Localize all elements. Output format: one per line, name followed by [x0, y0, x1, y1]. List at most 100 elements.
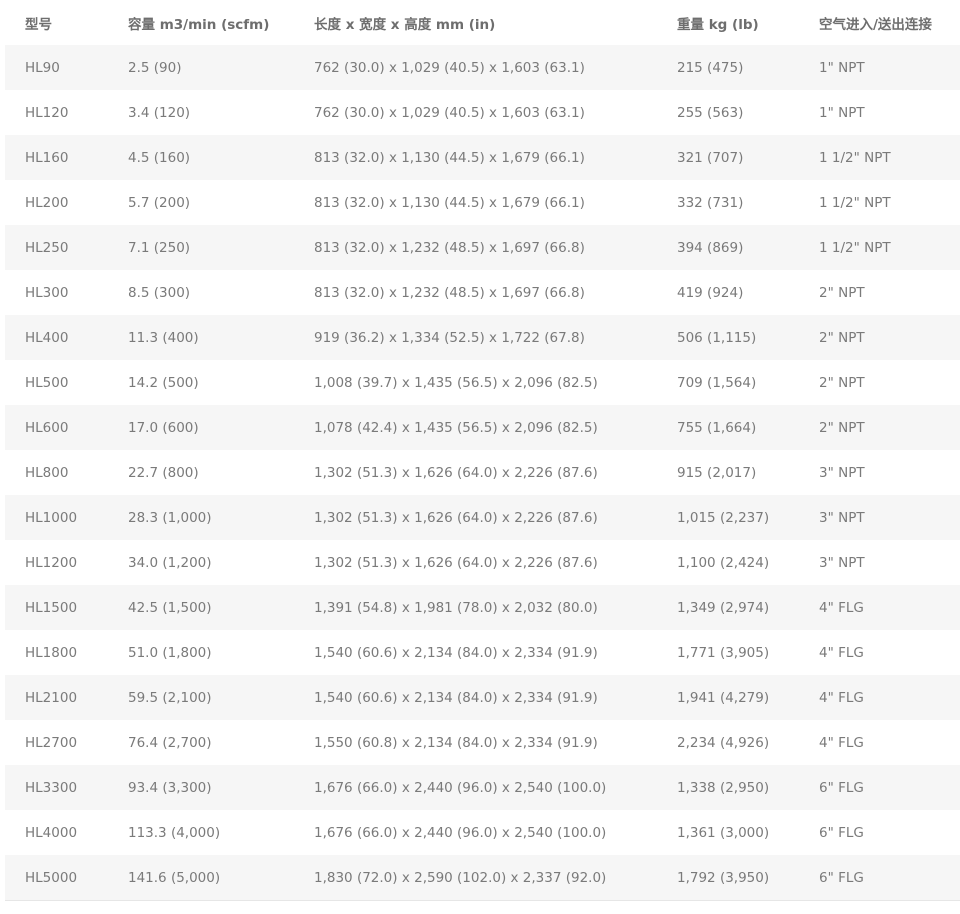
cell-model: HL3300 [5, 765, 108, 810]
cell-connection: 1" NPT [799, 45, 960, 90]
table-row: HL1000 28.3 (1,000) 1,302 (51.3) x 1,626 (… [5, 495, 960, 540]
cell-weight: 1,941 (4,279) [657, 675, 799, 720]
column-header-connection: 空气进入/送出连接 [819, 16, 932, 33]
cell-model: HL200 [5, 180, 108, 225]
cell-model: HL250 [5, 225, 108, 270]
cell-dimensions: 1,540 (60.6) x 2,134 (84.0) x 2,334 (91.… [294, 630, 657, 675]
cell-weight: 2,234 (4,926) [657, 720, 799, 765]
table-row: HL200 5.7 (200) 813 (32.0) x 1,130 (44.5) … [5, 180, 960, 225]
cell-weight: 332 (731) [657, 180, 799, 225]
cell-connection: 2" NPT [799, 405, 960, 450]
table-row: HL3300 93.4 (3,300) 1,676 (66.0) x 2,440 (… [5, 765, 960, 810]
cell-weight: 1,015 (2,237) [657, 495, 799, 540]
cell-connection: 2" NPT [799, 270, 960, 315]
table-row: HL2100 59.5 (2,100) 1,540 (60.6) x 2,134 (… [5, 675, 960, 720]
cell-connection: 4" FLG [799, 720, 960, 765]
cell-weight: 506 (1,115) [657, 315, 799, 360]
cell-connection: 6" FLG [799, 765, 960, 810]
cell-model: HL5000 [5, 855, 108, 900]
column-header-model: 型号 [25, 16, 52, 33]
cell-capacity: 17.0 (600) [108, 405, 294, 450]
cell-weight: 1,792 (3,950) [657, 855, 799, 900]
cell-capacity: 42.5 (1,500) [108, 585, 294, 630]
cell-model: HL2100 [5, 675, 108, 720]
cell-dimensions: 1,302 (51.3) x 1,626 (64.0) x 2,226 (87.… [294, 540, 657, 585]
cell-model: HL4000 [5, 810, 108, 855]
cell-connection: 3" NPT [799, 450, 960, 495]
cell-capacity: 3.4 (120) [108, 90, 294, 135]
table-row: HL400 11.3 (400) 919 (36.2) x 1,334 (52.5)… [5, 315, 960, 360]
table-row: HL300 8.5 (300) 813 (32.0) x 1,232 (48.5) … [5, 270, 960, 315]
cell-capacity: 8.5 (300) [108, 270, 294, 315]
cell-model: HL90 [5, 45, 108, 90]
table-row: HL1500 42.5 (1,500) 1,391 (54.8) x 1,981 (… [5, 585, 960, 630]
cell-capacity: 28.3 (1,000) [108, 495, 294, 540]
cell-capacity: 7.1 (250) [108, 225, 294, 270]
cell-connection: 4" FLG [799, 630, 960, 675]
cell-capacity: 11.3 (400) [108, 315, 294, 360]
cell-model: HL2700 [5, 720, 108, 765]
cell-dimensions: 1,830 (72.0) x 2,590 (102.0) x 2,337 (92… [294, 855, 657, 900]
cell-connection: 6" FLG [799, 855, 960, 900]
cell-connection: 6" FLG [799, 810, 960, 855]
cell-weight: 394 (869) [657, 225, 799, 270]
table-row: HL4000 113.3 (4,000) 1,676 (66.0) x 2,440 … [5, 810, 960, 855]
cell-dimensions: 762 (30.0) x 1,029 (40.5) x 1,603 (63.1) [294, 45, 657, 90]
cell-connection: 1" NPT [799, 90, 960, 135]
table-row: HL250 7.1 (250) 813 (32.0) x 1,232 (48.5) … [5, 225, 960, 270]
cell-weight: 215 (475) [657, 45, 799, 90]
cell-dimensions: 1,391 (54.8) x 1,981 (78.0) x 2,032 (80.… [294, 585, 657, 630]
cell-dimensions: 1,302 (51.3) x 1,626 (64.0) x 2,226 (87.… [294, 450, 657, 495]
cell-capacity: 2.5 (90) [108, 45, 294, 90]
cell-model: HL1800 [5, 630, 108, 675]
cell-model: HL600 [5, 405, 108, 450]
cell-weight: 1,338 (2,950) [657, 765, 799, 810]
table-row: HL90 2.5 (90) 762 (30.0) x 1,029 (40.5) x … [5, 45, 960, 90]
cell-model: HL120 [5, 90, 108, 135]
table-row: HL1800 51.0 (1,800) 1,540 (60.6) x 2,134 (… [5, 630, 960, 675]
cell-dimensions: 813 (32.0) x 1,130 (44.5) x 1,679 (66.1) [294, 180, 657, 225]
cell-dimensions: 1,550 (60.8) x 2,134 (84.0) x 2,334 (91.… [294, 720, 657, 765]
spec-table-container: 型号 容量 m3/min (scfm) 长度 x 宽度 x 高度 mm (in) 重量… [5, 0, 960, 900]
cell-weight: 709 (1,564) [657, 360, 799, 405]
cell-connection: 1 1/2" NPT [799, 135, 960, 180]
cell-weight: 255 (563) [657, 90, 799, 135]
table-bottom-divider [5, 900, 960, 901]
cell-connection: 4" FLG [799, 585, 960, 630]
cell-connection: 3" NPT [799, 495, 960, 540]
cell-model: HL800 [5, 450, 108, 495]
cell-model: HL1000 [5, 495, 108, 540]
table-row: HL5000 141.6 (5,000) 1,830 (72.0) x 2,590 … [5, 855, 960, 900]
cell-weight: 1,771 (3,905) [657, 630, 799, 675]
cell-weight: 1,100 (2,424) [657, 540, 799, 585]
table-row: HL160 4.5 (160) 813 (32.0) x 1,130 (44.5) … [5, 135, 960, 180]
cell-connection: 3" NPT [799, 540, 960, 585]
column-header-capacity: 容量 m3/min (scfm) [128, 16, 270, 33]
table-row: HL800 22.7 (800) 1,302 (51.3) x 1,626 (64.… [5, 450, 960, 495]
cell-connection: 1 1/2" NPT [799, 225, 960, 270]
cell-connection: 1 1/2" NPT [799, 180, 960, 225]
table-row: HL120 3.4 (120) 762 (30.0) x 1,029 (40.5) … [5, 90, 960, 135]
cell-dimensions: 813 (32.0) x 1,130 (44.5) x 1,679 (66.1) [294, 135, 657, 180]
cell-capacity: 93.4 (3,300) [108, 765, 294, 810]
table-row: HL600 17.0 (600) 1,078 (42.4) x 1,435 (56.… [5, 405, 960, 450]
cell-capacity: 113.3 (4,000) [108, 810, 294, 855]
cell-model: HL1500 [5, 585, 108, 630]
cell-weight: 1,361 (3,000) [657, 810, 799, 855]
spec-table: 型号 容量 m3/min (scfm) 长度 x 宽度 x 高度 mm (in) 重量… [5, 0, 960, 900]
cell-capacity: 4.5 (160) [108, 135, 294, 180]
cell-connection: 2" NPT [799, 315, 960, 360]
cell-capacity: 51.0 (1,800) [108, 630, 294, 675]
cell-dimensions: 762 (30.0) x 1,029 (40.5) x 1,603 (63.1) [294, 90, 657, 135]
header-row: 型号 容量 m3/min (scfm) 长度 x 宽度 x 高度 mm (in) 重量… [5, 0, 960, 45]
cell-capacity: 22.7 (800) [108, 450, 294, 495]
cell-capacity: 34.0 (1,200) [108, 540, 294, 585]
cell-capacity: 76.4 (2,700) [108, 720, 294, 765]
cell-dimensions: 1,676 (66.0) x 2,440 (96.0) x 2,540 (100… [294, 765, 657, 810]
cell-model: HL300 [5, 270, 108, 315]
cell-weight: 755 (1,664) [657, 405, 799, 450]
cell-weight: 419 (924) [657, 270, 799, 315]
cell-model: HL400 [5, 315, 108, 360]
cell-model: HL160 [5, 135, 108, 180]
column-header-weight: 重量 kg (lb) [677, 16, 759, 33]
